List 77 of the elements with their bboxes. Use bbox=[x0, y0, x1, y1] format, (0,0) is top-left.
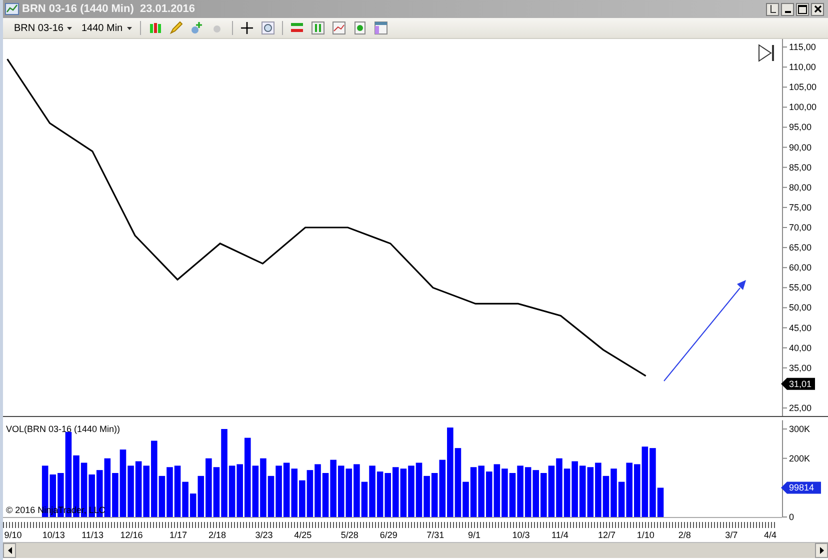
axis-label: 2/8 bbox=[678, 530, 691, 540]
line-chart-icon bbox=[332, 21, 346, 35]
axis-label: 4/25 bbox=[294, 530, 312, 540]
right-arrow-icon bbox=[820, 547, 824, 554]
horizontal-scrollbar[interactable] bbox=[3, 542, 828, 558]
axis-label: 11/13 bbox=[82, 530, 104, 540]
axis-label: 25,00 bbox=[789, 402, 812, 413]
magnifier-icon bbox=[260, 21, 275, 35]
axis-label: 1/17 bbox=[170, 530, 188, 540]
candlestick-icon bbox=[310, 21, 325, 35]
axis-label: 55,00 bbox=[789, 282, 812, 293]
crosshair-icon bbox=[240, 21, 254, 35]
axis-label: 65,00 bbox=[789, 242, 812, 253]
axis-label: 3/7 bbox=[725, 530, 738, 540]
axis-label: 0 bbox=[789, 512, 794, 522]
axis-label: 1/10 bbox=[636, 530, 654, 540]
price-marker: 31,01 bbox=[781, 378, 815, 390]
axis-label: 90,00 bbox=[789, 142, 812, 152]
caret-icon bbox=[67, 26, 72, 30]
axis-label: 3/23 bbox=[255, 530, 273, 540]
window-title: BRN 03-16 (1440 Min) 23.01.2016 bbox=[22, 3, 196, 15]
axis-label: 12/16 bbox=[120, 530, 143, 540]
axis-label: 11/4 bbox=[552, 530, 568, 540]
scroll-right-button[interactable] bbox=[815, 543, 828, 558]
axis-label: 100,00 bbox=[789, 102, 817, 112]
axis-label: 9/1 bbox=[468, 530, 481, 540]
axis-label: 10/13 bbox=[42, 530, 65, 540]
scroll-end-icon[interactable] bbox=[758, 44, 774, 62]
axis-label: 5/28 bbox=[340, 530, 358, 540]
panel-icon bbox=[374, 21, 388, 35]
chart-icon bbox=[5, 3, 19, 15]
axis-label: 12/7 bbox=[598, 530, 616, 540]
axis-label: 7/31 bbox=[426, 530, 444, 540]
chart-style-button[interactable] bbox=[308, 19, 327, 37]
axis-label: 45,00 bbox=[789, 322, 812, 333]
axis-label: 70,00 bbox=[789, 222, 812, 232]
axis-label: 2/18 bbox=[208, 530, 226, 540]
minimize-icon bbox=[784, 10, 790, 12]
minimize-button[interactable] bbox=[781, 2, 794, 16]
axis-label: 200K bbox=[789, 453, 810, 464]
maximize-button[interactable] bbox=[796, 2, 809, 16]
maximize-icon bbox=[798, 4, 807, 14]
axis-label: 75,00 bbox=[789, 202, 812, 212]
link-button[interactable] bbox=[766, 2, 779, 16]
window-button[interactable] bbox=[372, 19, 390, 37]
plus-icon bbox=[190, 21, 204, 35]
axis-label: 110,00 bbox=[789, 62, 816, 72]
caret-icon bbox=[126, 26, 132, 30]
axis-label: 50,00 bbox=[789, 302, 812, 313]
axis-label: 80,00 bbox=[789, 182, 812, 192]
axis-label: 300K bbox=[789, 424, 810, 434]
interval-dropdown[interactable]: 1440 Min bbox=[78, 22, 135, 34]
instrument-dropdown[interactable]: BRN 03-16 bbox=[11, 22, 76, 34]
axis-label: 9/10 bbox=[4, 530, 22, 540]
chart-properties-button[interactable] bbox=[330, 19, 348, 37]
axis-label: 60,00 bbox=[789, 262, 812, 273]
axis-label: 105,00 bbox=[789, 82, 817, 92]
volume-marker: 99814 bbox=[781, 482, 821, 494]
link-icon bbox=[770, 5, 776, 13]
close-button[interactable] bbox=[811, 2, 824, 16]
axis-label: 115,00 bbox=[789, 42, 816, 52]
axis-label: 85,00 bbox=[789, 162, 812, 172]
close-icon bbox=[814, 5, 822, 13]
pencil-icon bbox=[168, 21, 183, 35]
axis-label: 40,00 bbox=[789, 342, 812, 353]
bars-icon bbox=[290, 21, 304, 35]
trend-arrow[interactable] bbox=[664, 280, 746, 382]
axis-label: 10/3 bbox=[512, 530, 530, 540]
indicator-label: VOL(BRN 03-16 (1440 Min)) bbox=[6, 424, 120, 434]
axis-label: 4/4 bbox=[764, 530, 777, 540]
candlestick-icon bbox=[148, 21, 162, 35]
axis-label: 95,00 bbox=[789, 122, 812, 132]
axis-label: 6/29 bbox=[380, 530, 398, 540]
axis-label: 35,00 bbox=[789, 362, 812, 373]
zoom-button[interactable] bbox=[258, 19, 277, 37]
left-arrow-icon bbox=[8, 547, 12, 554]
scroll-left-button[interactable] bbox=[3, 543, 16, 558]
